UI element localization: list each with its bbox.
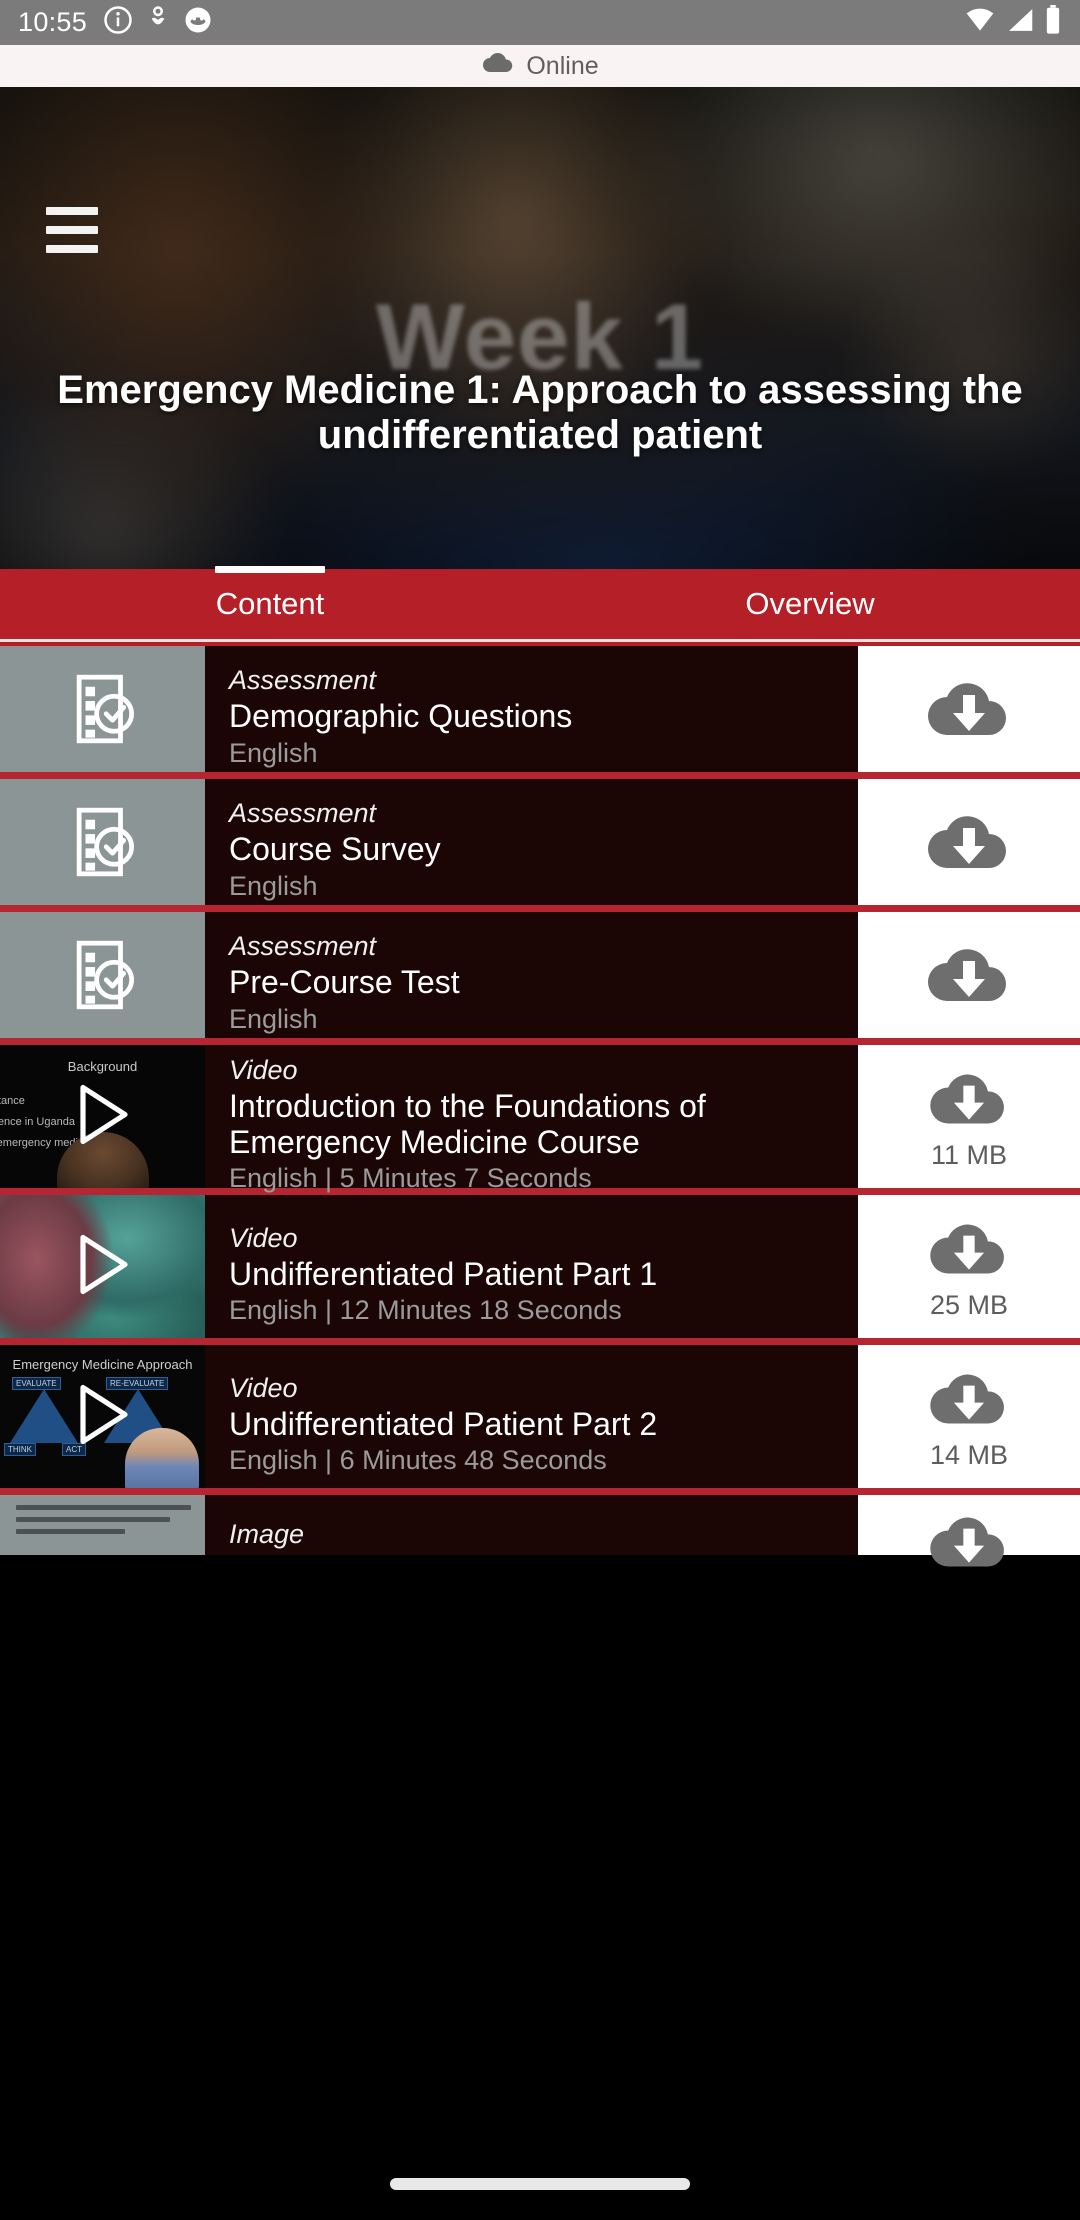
cloud-download-icon [927,937,1011,1014]
item-meta: English | 12 Minutes 18 Seconds [229,1295,622,1326]
cloud-download-icon [927,1506,1011,1579]
system-navigation-bar [0,2148,1080,2220]
connection-status-label: Online [526,51,599,80]
cloud-download-icon [927,1363,1011,1436]
list-item[interactable]: Video Undifferentiated Patient Part 1 En… [0,1195,1080,1345]
item-title: Undifferentiated Patient Part 2 [229,1405,658,1442]
assessment-checklist-icon [68,938,138,1012]
tab-content[interactable]: Content [0,566,540,639]
tab-overview[interactable]: Overview [540,569,1080,639]
item-meta: English [229,1003,318,1034]
item-download-button[interactable] [858,646,1080,772]
item-download-button[interactable] [858,1495,1080,1566]
document-thumbnail [0,1495,205,1555]
item-body: Video Undifferentiated Patient Part 2 En… [205,1345,858,1488]
list-item[interactable]: Assessment Course Survey English [0,779,1080,912]
item-file-size: 14 MB [929,1439,1009,1470]
thumb-caption: Emergency Medicine Approach [12,1357,193,1372]
item-file-size: 11 MB [930,1139,1008,1170]
item-kind: Assessment [229,931,377,962]
list-item[interactable]: Assessment Demographic Questions English [0,646,1080,779]
thumb-tag: EVALUATE [12,1377,61,1390]
item-download-button[interactable]: 11 MB [858,1045,1080,1188]
item-meta: English [229,870,318,901]
item-download-button[interactable]: 14 MB [858,1345,1080,1488]
item-title: Course Survey [229,831,441,868]
item-title: Demographic Questions [229,698,573,735]
home-indicator-pill[interactable] [390,2178,690,2190]
assessment-checklist-icon [68,672,138,746]
battery-icon [1044,5,1062,40]
status-bar-notification-icons [103,5,213,40]
thumb-presenter [125,1428,199,1488]
cloud-download-icon [927,1213,1011,1286]
info-circle-icon [103,5,133,40]
item-body: Assessment Demographic Questions English [205,646,858,772]
item-download-button[interactable] [858,779,1080,905]
cloud-download-icon [927,1063,1011,1136]
item-title: Pre-Course Test [229,964,460,1001]
cloud-download-icon [927,804,1011,881]
item-meta: English | 6 Minutes 48 Seconds [229,1445,607,1476]
course-title: Emergency Medicine 1: Approach to assess… [57,368,1023,457]
item-thumbnail[interactable]: Emergency Medicine Approach EVALUATE RE-… [0,1345,205,1488]
list-item[interactable]: Background portance ergence in Uganda hy… [0,1045,1080,1195]
list-item[interactable]: Emergency Medicine Approach EVALUATE RE-… [0,1345,1080,1495]
tab-active-indicator [215,566,325,573]
item-meta: English | 5 Minutes 7 Seconds [229,1163,592,1194]
item-file-size: 25 MB [929,1289,1009,1320]
item-body: Video Introduction to the Foundations of… [205,1045,858,1193]
play-icon[interactable] [75,1081,131,1152]
status-bar-clock: 10:55 [18,7,88,37]
item-thumbnail [0,646,205,772]
item-kind: Assessment [229,798,377,829]
item-download-button[interactable] [858,912,1080,1038]
thumb-triangle [10,1389,78,1443]
item-thumbnail [0,912,205,1038]
status-bar: 10:55 [0,0,1080,45]
wifi-icon [964,6,996,39]
item-download-button[interactable]: 25 MB [858,1195,1080,1338]
play-icon[interactable] [75,1381,131,1452]
tab-overview-label: Overview [745,586,875,621]
item-kind: Image [229,1519,305,1549]
course-hero-banner: Week 1 Emergency Medicine 1: Approach to… [0,87,1080,569]
item-body: Assessment Pre-Course Test English [205,912,858,1038]
item-kind: Video [229,1222,298,1253]
cloud-icon [481,51,515,82]
assessment-checklist-icon [68,805,138,879]
item-thumbnail[interactable]: Background portance ergence in Uganda hy… [0,1045,205,1188]
thumb-text-lines [16,1505,191,1541]
item-title: Introduction to the Foundations of Emerg… [229,1087,706,1160]
cloud-download-icon [927,671,1011,748]
item-thumbnail [0,1495,205,1555]
course-content-list: Assessment Demographic Questions English [0,646,1080,1566]
item-title: Undifferentiated Patient Part 1 [229,1255,658,1292]
item-kind: Video [229,1372,298,1403]
location-heart-icon [147,5,169,40]
item-kind: Assessment [229,665,377,696]
item-body: Assessment Course Survey English [205,779,858,905]
cellular-signal-icon [1005,6,1035,39]
list-item[interactable]: Image [0,1495,1080,1566]
item-body: Video Undifferentiated Patient Part 1 En… [205,1195,858,1338]
tab-content-label: Content [215,586,325,621]
tab-bar-underline [0,639,1080,646]
item-meta: English [229,737,318,768]
item-body: Image [205,1495,858,1555]
list-item[interactable]: Assessment Pre-Course Test English [0,912,1080,1045]
item-thumbnail [0,779,205,905]
course-tab-bar: Content Overview [0,566,1080,639]
thumb-tag: THINK [4,1443,36,1456]
app-circle-icon [183,5,213,40]
hamburger-menu-icon[interactable] [46,207,98,253]
item-kind: Video [229,1054,298,1085]
status-bar-system-icons [964,5,1062,40]
thumb-caption: Background [67,1059,138,1074]
play-icon[interactable] [75,1231,131,1302]
item-thumbnail[interactable] [0,1195,205,1338]
connection-status-bar: Online [0,45,1080,87]
